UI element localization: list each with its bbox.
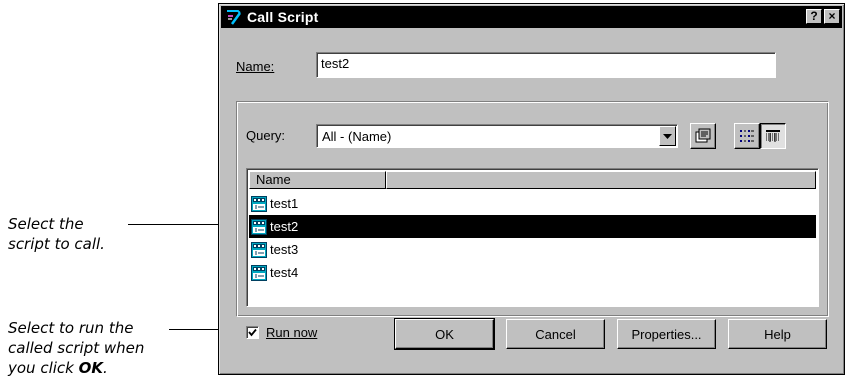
list-item[interactable]: test1 — [249, 192, 816, 215]
list-header: Name — [249, 171, 816, 189]
list-view-button[interactable] — [734, 123, 760, 149]
callout-run-now-line3: you click OK. — [8, 359, 108, 377]
gui-script-icon — [251, 264, 267, 281]
callout-select-script-line2: script to call. — [8, 235, 105, 253]
chevron-down-icon[interactable] — [659, 126, 676, 146]
close-title-button[interactable]: × — [824, 9, 840, 24]
details-view-button[interactable] — [760, 123, 786, 149]
list-item-label: test1 — [270, 196, 299, 211]
query-dropdown[interactable]: All - (Name) — [316, 124, 678, 148]
query-label: Query: — [246, 128, 286, 143]
title-buttons: ? × — [804, 9, 840, 24]
gui-script-icon — [251, 218, 267, 235]
list-rows: test1 test2 test3 test4 — [249, 192, 816, 284]
gui-script-icon — [251, 195, 267, 212]
list-item[interactable]: test3 — [249, 238, 816, 261]
details-view-icon — [766, 130, 780, 142]
help-title-button[interactable]: ? — [806, 9, 822, 24]
dialog-title: Call Script — [247, 9, 319, 25]
callout-run-now-line2: called script when — [8, 339, 145, 357]
script-app-icon — [227, 10, 242, 25]
run-now-checkbox-wrap[interactable]: Run now — [246, 325, 317, 340]
callout-run-now-line1: Select to run the — [8, 319, 134, 337]
list-item-label: test3 — [270, 242, 299, 257]
name-label-text: Name: — [236, 59, 275, 74]
column-header-name[interactable]: Name — [249, 171, 386, 189]
column-header-filler — [386, 171, 816, 189]
query-dropdown-value: All - (Name) — [322, 129, 392, 144]
gui-script-icon — [251, 241, 267, 258]
ok-button[interactable]: OK — [394, 318, 495, 350]
title-bar[interactable]: Call Script ? × — [221, 6, 842, 28]
properties-button[interactable]: Properties... — [617, 319, 716, 349]
list-item-selected[interactable]: test2 — [249, 215, 816, 238]
run-now-checkbox[interactable] — [246, 326, 259, 339]
callout-select-script: Select the script to call. — [8, 214, 105, 254]
name-label: Name: — [236, 59, 274, 74]
call-script-dialog: Call Script ? × Name: test2 Query: All -… — [218, 3, 845, 375]
query-properties-button[interactable] — [690, 123, 716, 149]
callout-select-script-line1: Select the — [8, 215, 84, 233]
run-now-label: Run now — [266, 325, 318, 340]
checkmark-icon — [248, 328, 257, 337]
query-edit-icon — [695, 128, 711, 143]
help-button[interactable]: Help — [728, 319, 827, 349]
list-view-icon — [740, 130, 754, 142]
list-item[interactable]: test4 — [249, 261, 816, 284]
callout-run-now: Select to run the called script when you… — [8, 318, 144, 378]
script-list[interactable]: Name test1 test2 test3 test4 — [246, 168, 819, 307]
list-item-label: test4 — [270, 265, 299, 280]
list-item-label: test2 — [270, 219, 299, 234]
cancel-button[interactable]: Cancel — [506, 319, 605, 349]
name-field[interactable]: test2 — [316, 52, 776, 78]
